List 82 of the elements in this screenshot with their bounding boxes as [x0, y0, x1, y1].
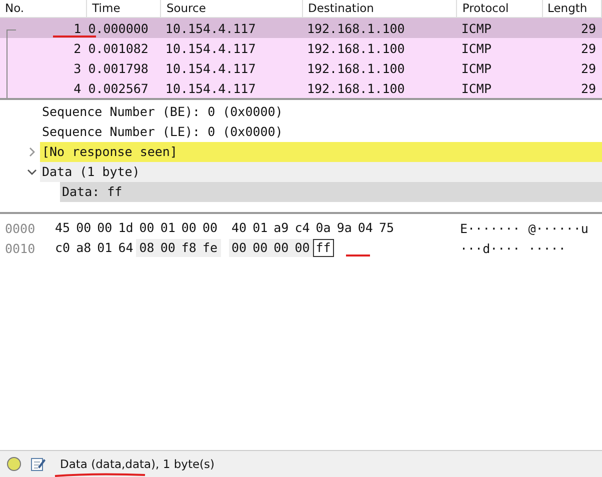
table-cell-text: 29 [580, 60, 597, 76]
ascii-text: ···d···· [460, 240, 520, 256]
ascii-text: ····· [528, 240, 566, 256]
column-header[interactable]: Source [161, 0, 303, 17]
column-header[interactable]: No. [0, 0, 88, 17]
ascii-text: @······u [528, 220, 588, 236]
status-indicator-icon[interactable] [6, 456, 22, 472]
hex-byte[interactable]: 40 [228, 219, 250, 237]
hex-byte[interactable]: 04 [354, 219, 376, 237]
hex-byte[interactable]: 00 [73, 219, 94, 237]
table-cell-text: 29 [580, 80, 597, 96]
hex-byte[interactable]: f8 [178, 239, 200, 257]
hex-byte[interactable]: 00 [157, 239, 178, 257]
status-text: Data (data,data), 1 byte(s) [60, 457, 214, 471]
packet-row[interactable]: 1 0.000000 10.154.4.117 192.168.1.100 ICMP 29 [0, 18, 602, 38]
tree-item[interactable]: [No response seen] [40, 142, 602, 162]
packet-row[interactable]: 4 0.002567 10.154.4.117 192.168.1.100 ICMP 29 [0, 78, 602, 98]
table-cell-text: 10.154.4.117 [164, 40, 257, 56]
hex-byte[interactable]: ff [312, 239, 334, 257]
table-cell-text: 10.154.4.117 [164, 80, 257, 96]
table-cell-text: 2 [72, 40, 82, 56]
tree-item[interactable]: Sequence Number (BE): 0 (0x0000) [40, 102, 602, 122]
table-cell-text: 192.168.1.100 [306, 60, 406, 76]
tree-item[interactable]: Data: ff [60, 182, 602, 202]
offset-label: 0000 [4, 220, 36, 236]
table-cell-text: 10.154.4.117 [164, 20, 257, 36]
hex-byte[interactable]: 00 [270, 239, 292, 257]
hex-byte[interactable]: 01 [250, 219, 271, 237]
hex-byte[interactable]: 1d [115, 219, 136, 237]
hex-byte[interactable]: 01 [157, 219, 178, 237]
hex-byte[interactable]: 45 [52, 219, 74, 237]
chevron-down-icon[interactable] [27, 168, 37, 176]
hex-byte[interactable]: 9a [334, 219, 355, 237]
table-cell-text: ICMP [460, 60, 492, 76]
underline-mark [345, 254, 371, 257]
hex-byte[interactable]: 00 [94, 219, 116, 237]
table-cell-text: ICMP [460, 80, 492, 96]
table-cell-text: 3 [72, 60, 82, 76]
table-cell-text: 192.168.1.100 [306, 80, 406, 96]
edit-icon[interactable] [30, 456, 46, 472]
hex-byte[interactable]: a9 [270, 219, 292, 237]
hex-byte[interactable]: c4 [292, 219, 313, 237]
hex-byte[interactable]: 75 [376, 219, 397, 237]
table-cell-text: ICMP [460, 20, 492, 36]
table-cell-text: 29 [580, 40, 597, 56]
table-cell-text: 0.001082 [87, 40, 150, 56]
packet-row[interactable]: 2 0.001082 10.154.4.117 192.168.1.100 ICMP 29 [0, 38, 602, 58]
hex-byte[interactable]: 00 [178, 219, 200, 237]
table-cell-text: 4 [72, 80, 82, 96]
tree-item[interactable]: Data (1 byte) [40, 162, 602, 182]
underline-mark [52, 35, 97, 38]
table-cell-text: 29 [580, 20, 597, 36]
chevron-right-icon[interactable] [28, 147, 36, 157]
hex-byte[interactable]: 00 [292, 239, 313, 257]
hex-byte[interactable]: c0 [52, 239, 74, 257]
hex-byte[interactable]: 0a [312, 219, 334, 237]
table-cell-text: 192.168.1.100 [306, 20, 406, 36]
hex-byte[interactable]: 00 [228, 239, 250, 257]
table-cell-text: 0.001798 [87, 60, 150, 76]
table-cell-text: 0.000000 [87, 20, 150, 36]
conversation-bracket-icon [6, 28, 16, 98]
table-cell-text: 1 [72, 20, 82, 36]
hex-byte[interactable]: 00 [136, 219, 158, 237]
hex-byte[interactable]: 00 [199, 219, 220, 237]
column-header[interactable]: Time [87, 0, 162, 17]
hex-byte[interactable]: 64 [115, 239, 136, 257]
ascii-text: E······· [460, 220, 520, 236]
table-cell-text: 10.154.4.117 [164, 60, 257, 76]
tree-item[interactable]: Sequence Number (LE): 0 (0x0000) [40, 122, 602, 142]
hex-byte[interactable]: 01 [94, 239, 116, 257]
hex-byte[interactable]: fe [199, 239, 220, 257]
offset-label: 0010 [4, 240, 36, 256]
table-cell-text: ICMP [460, 40, 492, 56]
table-cell-text: 192.168.1.100 [306, 40, 406, 56]
hex-byte[interactable]: 08 [136, 239, 158, 257]
table-cell-text: 0.002567 [87, 80, 150, 96]
column-header[interactable]: Destination [302, 0, 458, 17]
column-header[interactable]: Protocol [457, 0, 543, 17]
hex-byte[interactable]: 00 [250, 239, 271, 257]
column-header[interactable]: Length [542, 0, 602, 17]
packet-row[interactable]: 3 0.001798 10.154.4.117 192.168.1.100 ICMP 29 [0, 58, 602, 78]
hex-byte[interactable]: a8 [73, 239, 94, 257]
